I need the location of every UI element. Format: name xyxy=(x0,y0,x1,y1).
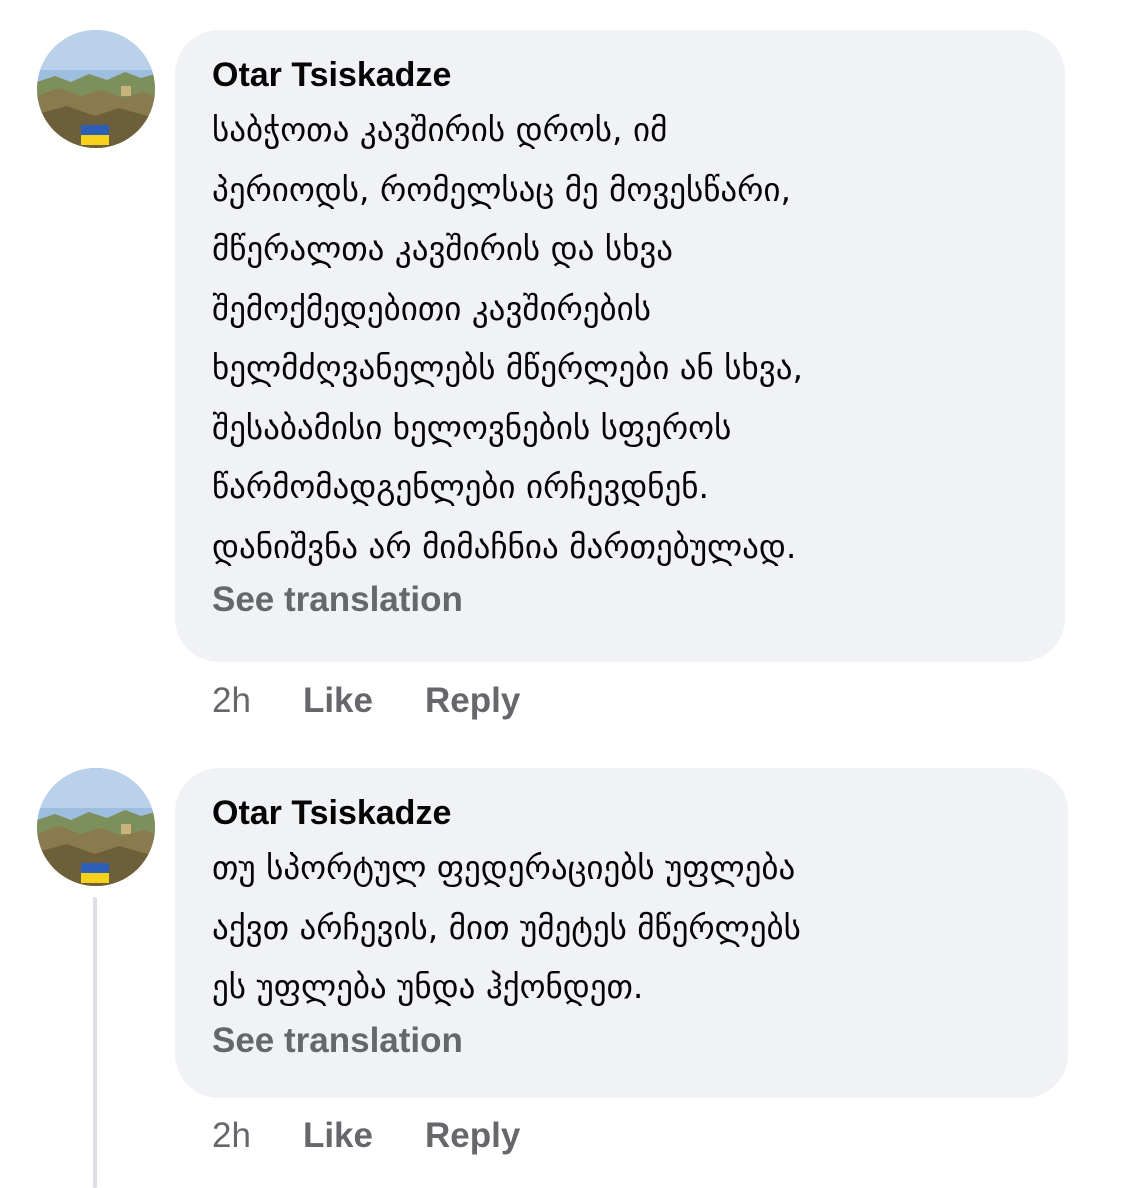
reply-button[interactable]: Reply xyxy=(425,1116,520,1156)
comment-author[interactable]: Otar Tsiskadze xyxy=(212,54,1035,96)
comment-text: თუ სპორტულ ფედერაციებს უფლება აქვთ არჩევ… xyxy=(212,848,801,1006)
like-button[interactable]: Like xyxy=(303,681,373,721)
avatar[interactable] xyxy=(37,30,155,148)
thread-line xyxy=(93,897,97,1188)
comment-timestamp[interactable]: 2h xyxy=(212,681,251,721)
comment-bubble: Otar Tsiskadze საბჭოთა კავშირის დროს, იმ… xyxy=(175,30,1065,662)
comment-actions: 2h Like Reply xyxy=(212,679,520,723)
see-translation-link[interactable]: See translation xyxy=(212,580,1035,620)
see-translation-link[interactable]: See translation xyxy=(212,1021,1038,1061)
reply-button[interactable]: Reply xyxy=(425,681,520,721)
comment-timestamp[interactable]: 2h xyxy=(212,1116,251,1156)
profile-photo-with-flag-icon xyxy=(37,30,155,148)
profile-photo-with-flag-icon xyxy=(37,768,155,886)
comment-author[interactable]: Otar Tsiskadze xyxy=(212,792,1038,834)
avatar[interactable] xyxy=(37,768,155,886)
like-button[interactable]: Like xyxy=(303,1116,373,1156)
comment-actions: 2h Like Reply xyxy=(212,1114,520,1158)
comment-bubble: Otar Tsiskadze თუ სპორტულ ფედერაციებს უფ… xyxy=(175,768,1068,1098)
comment-text: საბჭოთა კავშირის დროს, იმ პერიოდს, რომელ… xyxy=(212,110,803,566)
